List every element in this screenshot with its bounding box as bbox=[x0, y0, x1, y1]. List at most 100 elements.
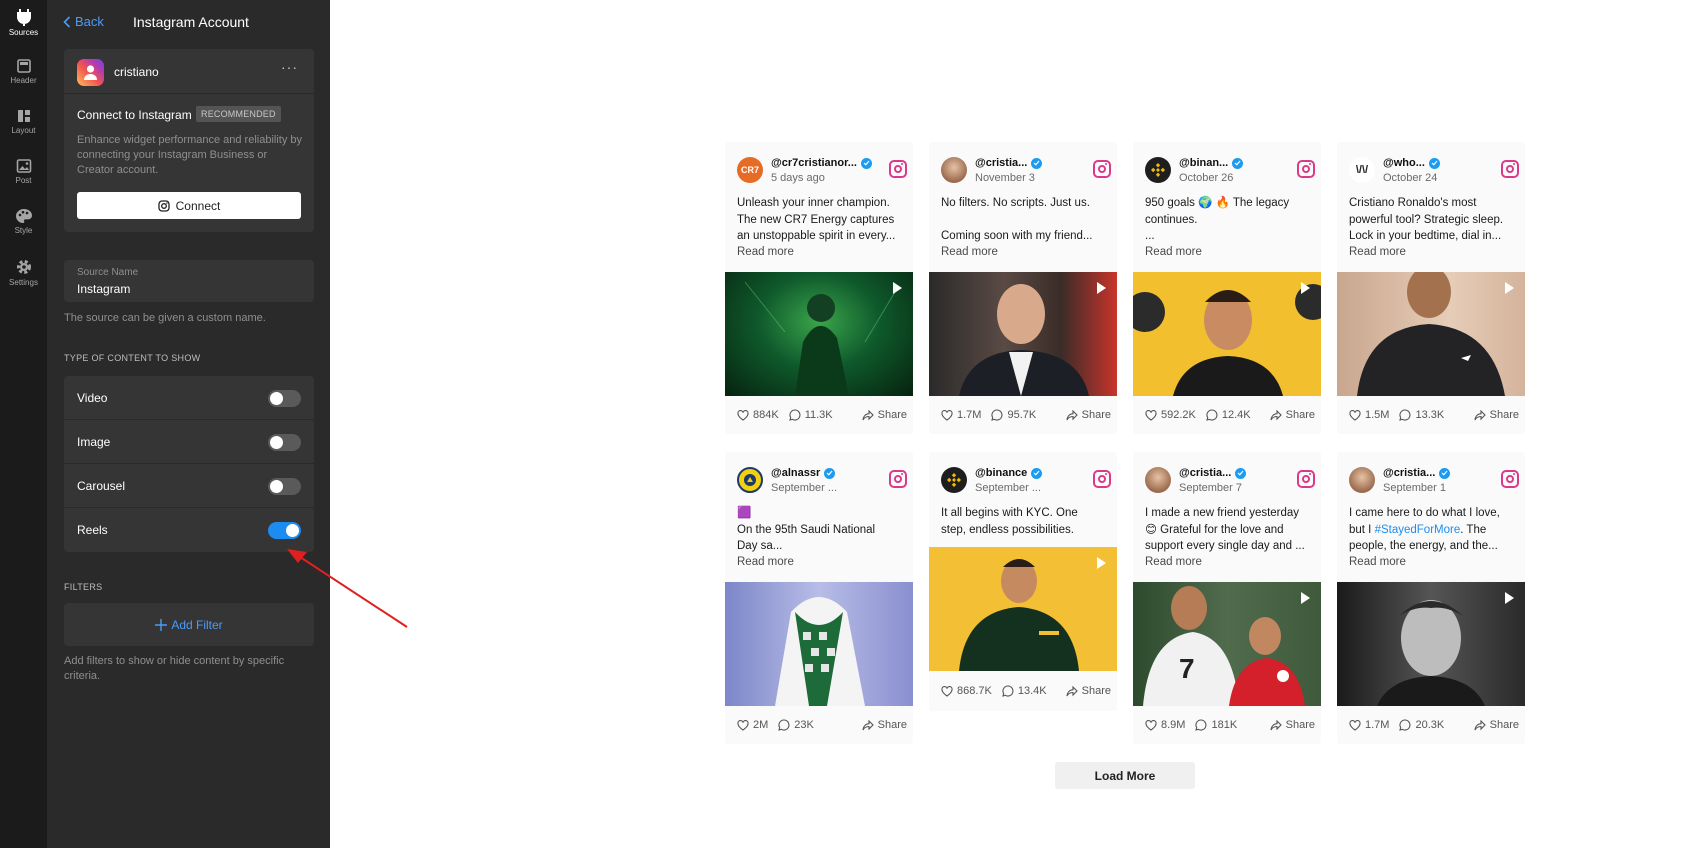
post-media[interactable] bbox=[1133, 272, 1321, 396]
instagram-icon[interactable] bbox=[1297, 470, 1315, 488]
source-name-input[interactable] bbox=[77, 282, 297, 296]
share-button[interactable]: Share bbox=[862, 409, 907, 421]
binance-logo-icon bbox=[1151, 163, 1165, 177]
rail-item-layout[interactable]: Layout bbox=[0, 102, 47, 150]
comments-stat[interactable]: 20.3K bbox=[1399, 719, 1444, 731]
toggle-row-carousel: Carousel bbox=[64, 464, 314, 508]
video-toggle[interactable] bbox=[268, 390, 301, 407]
post-card[interactable]: @cristia... September 7 I made a new fri… bbox=[1133, 452, 1321, 744]
post-media[interactable] bbox=[929, 272, 1117, 396]
read-more-link[interactable]: Read more bbox=[1349, 246, 1406, 258]
post-username[interactable]: @cr7cristianor... bbox=[771, 157, 872, 169]
post-header: \/\/ @who... October 24 bbox=[1349, 155, 1519, 185]
instagram-icon[interactable] bbox=[1093, 470, 1111, 488]
post-media[interactable]: 7 bbox=[1133, 582, 1321, 706]
likes-stat[interactable]: 1.7M bbox=[1349, 719, 1389, 731]
instagram-icon[interactable] bbox=[1501, 470, 1519, 488]
instagram-icon[interactable] bbox=[889, 470, 907, 488]
comments-stat[interactable]: 13.3K bbox=[1399, 409, 1444, 421]
post-media[interactable] bbox=[725, 272, 913, 396]
carousel-toggle[interactable] bbox=[268, 478, 301, 495]
post-card[interactable]: @alnassr September ... 🟪 On the 95th Sau… bbox=[725, 452, 913, 744]
toggle-label-carousel: Carousel bbox=[77, 479, 126, 493]
post-media[interactable] bbox=[1337, 582, 1525, 706]
back-button[interactable]: Back bbox=[63, 14, 104, 29]
page-title: Instagram Account bbox=[133, 14, 249, 30]
likes-count: 592.2K bbox=[1161, 409, 1196, 421]
comments-stat[interactable]: 13.4K bbox=[1002, 685, 1047, 697]
likes-stat[interactable]: 592.2K bbox=[1145, 409, 1196, 421]
post-card[interactable]: @cristia... November 3 No filters. No sc… bbox=[929, 142, 1117, 434]
reels-toggle[interactable] bbox=[268, 522, 301, 539]
load-more-button[interactable]: Load More bbox=[1055, 762, 1195, 789]
likes-stat[interactable]: 884K bbox=[737, 409, 779, 421]
post-username[interactable]: @binance bbox=[975, 467, 1043, 479]
share-label: Share bbox=[1285, 719, 1315, 731]
share-button[interactable]: Share bbox=[1270, 719, 1315, 731]
hashtag-link[interactable]: #StayedForMore bbox=[1375, 524, 1461, 536]
share-button[interactable]: Share bbox=[862, 719, 907, 731]
likes-stat[interactable]: 1.7M bbox=[941, 409, 981, 421]
likes-stat[interactable]: 868.7K bbox=[941, 685, 992, 697]
post-media[interactable] bbox=[725, 582, 913, 706]
instagram-icon[interactable] bbox=[1093, 160, 1111, 178]
likes-stat[interactable]: 2M bbox=[737, 719, 768, 731]
read-more-link[interactable]: Read more bbox=[1349, 556, 1406, 568]
image-toggle[interactable] bbox=[268, 434, 301, 451]
rail-item-header[interactable]: Header bbox=[0, 52, 47, 100]
share-button[interactable]: Share bbox=[1066, 409, 1111, 421]
read-more-link[interactable]: Read more bbox=[1145, 246, 1202, 258]
rail-item-post[interactable]: Post bbox=[0, 152, 47, 200]
read-more-link[interactable]: Read more bbox=[1145, 556, 1202, 568]
comments-count: 95.7K bbox=[1007, 409, 1037, 421]
post-date: September ... bbox=[975, 482, 1042, 494]
rail-item-settings[interactable]: Settings bbox=[0, 252, 47, 300]
post-card[interactable]: \/\/ @who... October 24 Cristiano Ronald… bbox=[1337, 142, 1525, 434]
read-more-link[interactable]: Read more bbox=[941, 246, 998, 258]
source-name-field[interactable]: Source Name bbox=[64, 260, 314, 302]
connect-button[interactable]: Connect bbox=[77, 192, 301, 219]
share-button[interactable]: Share bbox=[1066, 685, 1111, 697]
share-button[interactable]: Share bbox=[1474, 719, 1519, 731]
post-username[interactable]: @cristia... bbox=[975, 157, 1043, 169]
rail-item-sources[interactable]: Sources bbox=[0, 2, 47, 50]
account-header: cristiano ··· bbox=[64, 49, 314, 94]
post-stats: 884K 11.3K Share bbox=[737, 407, 907, 423]
likes-count: 868.7K bbox=[957, 685, 992, 697]
rail-item-style[interactable]: Style bbox=[0, 202, 47, 250]
read-more-link[interactable]: Read more bbox=[737, 556, 794, 568]
instagram-icon[interactable] bbox=[889, 160, 907, 178]
post-media[interactable] bbox=[1337, 272, 1525, 396]
alnassr-logo-icon bbox=[744, 474, 756, 486]
instagram-icon[interactable] bbox=[1501, 160, 1519, 178]
comments-stat[interactable]: 23K bbox=[778, 719, 814, 731]
post-username[interactable]: @cristia... bbox=[1179, 467, 1247, 479]
more-options-icon[interactable]: ··· bbox=[281, 59, 298, 75]
likes-stat[interactable]: 1.5M bbox=[1349, 409, 1389, 421]
comments-stat[interactable]: 11.3K bbox=[788, 409, 833, 421]
caption-line: Cristiano Ronaldo's most bbox=[1349, 197, 1477, 209]
post-username[interactable]: @alnassr bbox=[771, 467, 836, 479]
post-username[interactable]: @who... bbox=[1383, 157, 1440, 169]
comments-stat[interactable]: 95.7K bbox=[991, 409, 1036, 421]
read-more-link[interactable]: Read more bbox=[737, 246, 794, 258]
post-media[interactable] bbox=[929, 547, 1117, 671]
user-icon bbox=[84, 65, 97, 80]
share-button[interactable]: Share bbox=[1270, 409, 1315, 421]
share-button[interactable]: Share bbox=[1474, 409, 1519, 421]
post-card[interactable]: @binance September ... It all begins wit… bbox=[929, 452, 1117, 711]
play-icon bbox=[1097, 557, 1106, 569]
post-username[interactable]: @binan... bbox=[1179, 157, 1244, 169]
comments-stat[interactable]: 12.4K bbox=[1206, 409, 1251, 421]
post-username[interactable]: @cristia... bbox=[1383, 467, 1451, 479]
instagram-icon[interactable] bbox=[1297, 160, 1315, 178]
post-card[interactable]: @cristia... September 1 I came here to d… bbox=[1337, 452, 1525, 744]
post-card[interactable]: @binan... October 26 950 goals 🌍 🔥 The l… bbox=[1133, 142, 1321, 434]
post-header: @cristia... November 3 bbox=[941, 155, 1111, 185]
post-card[interactable]: CR7 @cr7cristianor... 5 days ago Unleash… bbox=[725, 142, 913, 434]
caption-line: The new CR7 Energy captures bbox=[737, 213, 895, 226]
add-filter-button[interactable]: Add Filter bbox=[64, 603, 314, 646]
likes-stat[interactable]: 8.9M bbox=[1145, 719, 1185, 731]
comments-stat[interactable]: 181K bbox=[1195, 719, 1237, 731]
post-header: @alnassr September ... bbox=[737, 465, 907, 495]
